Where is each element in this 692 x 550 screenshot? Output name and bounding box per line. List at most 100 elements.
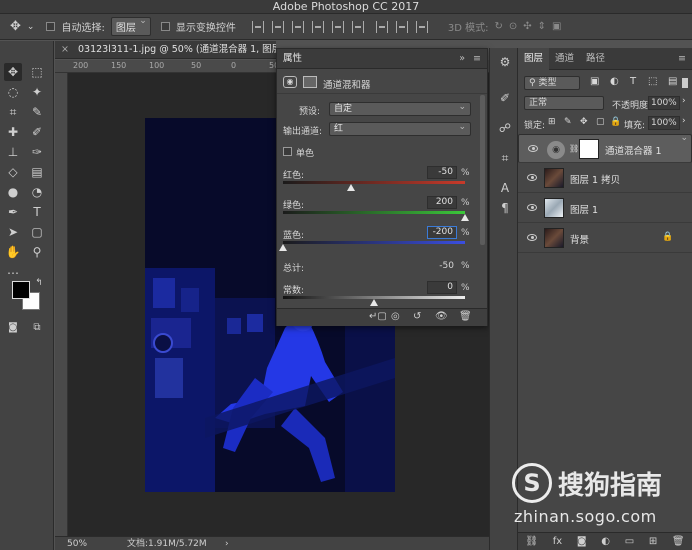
distribute-icon[interactable]	[415, 20, 428, 33]
filter-adjustment-icon[interactable]: ◐	[610, 76, 619, 87]
eye-icon[interactable]	[527, 234, 537, 241]
align-hcenter-icon[interactable]	[331, 20, 344, 33]
close-tab-icon[interactable]: ×	[61, 44, 69, 55]
document-tab[interactable]: × 03123l311-1.jpg @ 50% (通道混合器 1, 图层蒙版	[55, 41, 276, 59]
quick-mask-icon[interactable]: ◙	[4, 319, 22, 337]
more-tools-icon[interactable]: …	[4, 261, 22, 279]
pen-tool-icon[interactable]: ✒	[4, 203, 22, 221]
properties-panel-icon[interactable]: ⚙	[497, 54, 513, 70]
3d-drag-icon[interactable]: ✣	[523, 21, 531, 32]
blend-mode-dropdown[interactable]: 正常	[524, 96, 604, 110]
clone-stamp-icon[interactable]: ⊥	[4, 143, 22, 161]
crop-icon[interactable]: ⌗	[497, 150, 513, 166]
character-icon[interactable]: A	[497, 180, 513, 196]
tool-preset-chevron-icon[interactable]: ⌄	[27, 22, 35, 32]
screen-mode-icon[interactable]: ⧉	[28, 319, 46, 337]
layer-mask-thumbnail[interactable]	[579, 139, 599, 159]
layer-row-copy[interactable]: 图层 1 拷贝	[518, 164, 692, 193]
filter-smart-object-icon[interactable]: ▤	[668, 76, 677, 87]
green-value-field[interactable]: 200	[427, 196, 457, 209]
constant-value-field[interactable]: 0	[427, 281, 457, 294]
eye-icon[interactable]	[527, 174, 537, 181]
lock-image-icon[interactable]: ✎	[564, 117, 572, 127]
lock-position-icon[interactable]: ✥	[580, 117, 588, 127]
layer-row-layer1[interactable]: 图层 1	[518, 194, 692, 223]
preset-dropdown[interactable]: 自定	[329, 101, 471, 116]
brush-tool-icon[interactable]: ✐	[28, 123, 46, 141]
blue-slider-track[interactable]	[283, 241, 465, 244]
new-adjustment-icon[interactable]: ◐	[601, 536, 610, 547]
align-vcenter-icon[interactable]	[271, 20, 284, 33]
properties-scrollbar[interactable]	[480, 95, 485, 245]
show-transform-checkbox[interactable]	[160, 22, 170, 31]
type-tool-icon[interactable]: T	[28, 203, 46, 221]
link-icon[interactable]: ⛓	[569, 144, 579, 153]
move-tool-icon[interactable]: ✥	[4, 63, 22, 81]
panel-menu-icon[interactable]: ≡	[678, 53, 686, 64]
collapse-panel-icon[interactable]: »	[459, 49, 465, 69]
lock-artboard-icon[interactable]: ▢	[596, 117, 605, 127]
layer-row-background[interactable]: 背景 🔒	[518, 224, 692, 253]
dodge-tool-icon[interactable]: ◔	[28, 183, 46, 201]
align-bottom-icon[interactable]	[291, 20, 304, 33]
red-value-field[interactable]: -50	[427, 166, 457, 179]
opacity-field[interactable]: 100%	[648, 96, 680, 110]
3d-camera-icon[interactable]: ▣	[552, 21, 561, 32]
opacity-chevron-icon[interactable]: ›	[682, 96, 686, 106]
red-slider-thumb[interactable]	[347, 184, 356, 191]
foreground-color-swatch-top[interactable]	[12, 281, 30, 299]
healing-brush-icon[interactable]: ✚	[4, 123, 22, 141]
layer-mask-icon[interactable]	[303, 76, 317, 88]
view-previous-state-icon[interactable]: ◎	[391, 311, 400, 322]
eye-icon[interactable]	[528, 145, 538, 152]
3d-slide-icon[interactable]: ⇕	[538, 21, 546, 32]
eye-icon[interactable]	[527, 204, 537, 211]
delete-adjustment-icon[interactable]: 🗑	[459, 311, 472, 322]
tab-paths[interactable]: 路径	[580, 48, 611, 70]
filter-toggle[interactable]	[682, 78, 688, 88]
move-tool-icon[interactable]: ✥	[10, 19, 21, 34]
rectangle-tool-icon[interactable]: ▢	[28, 223, 46, 241]
kind-filter-dropdown[interactable]: ⚲ 类型	[524, 76, 580, 90]
layer-row-channel-mixer[interactable]: ◉ ⛓ 通道混合器 1	[518, 133, 692, 163]
clip-to-layer-icon[interactable]: ↵▢	[369, 311, 387, 322]
align-right-icon[interactable]	[351, 20, 364, 33]
tab-layers[interactable]: 图层	[518, 47, 550, 70]
new-group-icon[interactable]: ▭	[625, 536, 634, 547]
delete-layer-icon[interactable]: 🗑	[672, 536, 685, 547]
blue-slider-thumb[interactable]	[279, 244, 287, 251]
lock-transparent-icon[interactable]: ⊞	[548, 117, 556, 127]
distribute-icon[interactable]	[375, 20, 388, 33]
eyedropper-icon[interactable]: ✎	[28, 103, 46, 121]
green-slider-track[interactable]	[283, 211, 465, 214]
lock-all-icon[interactable]: 🔒	[610, 117, 621, 127]
3d-rotate-icon[interactable]: ↻	[494, 21, 502, 32]
layer-style-icon[interactable]: fx	[553, 536, 562, 547]
align-left-icon[interactable]	[311, 20, 324, 33]
tab-channels[interactable]: 通道	[549, 48, 580, 70]
distribute-icon[interactable]	[395, 20, 408, 33]
reset-adjustment-icon[interactable]: ↺	[413, 311, 421, 322]
fill-field[interactable]: 100%	[648, 116, 680, 130]
magic-wand-icon[interactable]: ✦	[28, 83, 46, 101]
constant-slider-thumb[interactable]	[370, 299, 378, 306]
align-top-icon[interactable]	[251, 20, 264, 33]
swap-colors-icon[interactable]: ↰	[30, 274, 48, 292]
blue-value-field[interactable]: -200	[427, 226, 457, 239]
fill-chevron-icon[interactable]: ›	[682, 116, 686, 126]
blur-tool-icon[interactable]: ●	[4, 183, 22, 201]
output-channel-dropdown[interactable]: 红	[329, 121, 471, 136]
status-menu-chevron-icon[interactable]: ›	[225, 537, 229, 550]
zoom-level[interactable]: 50%	[67, 537, 87, 550]
paragraph-icon[interactable]: ¶	[497, 200, 513, 216]
hand-tool-icon[interactable]: ✋	[4, 243, 22, 261]
zoom-tool-icon[interactable]: ⚲	[28, 243, 46, 261]
brush-settings-icon[interactable]: ✐	[497, 90, 513, 106]
monochrome-checkbox[interactable]	[283, 147, 292, 156]
eraser-tool-icon[interactable]: ◇	[4, 163, 22, 181]
auto-select-dropdown[interactable]: 图层	[110, 16, 151, 36]
marquee-tool-icon[interactable]: ⬚	[28, 63, 46, 81]
add-mask-icon[interactable]: ◙	[577, 536, 587, 547]
red-slider-track[interactable]	[283, 181, 465, 184]
gradient-tool-icon[interactable]: ▤	[28, 163, 46, 181]
